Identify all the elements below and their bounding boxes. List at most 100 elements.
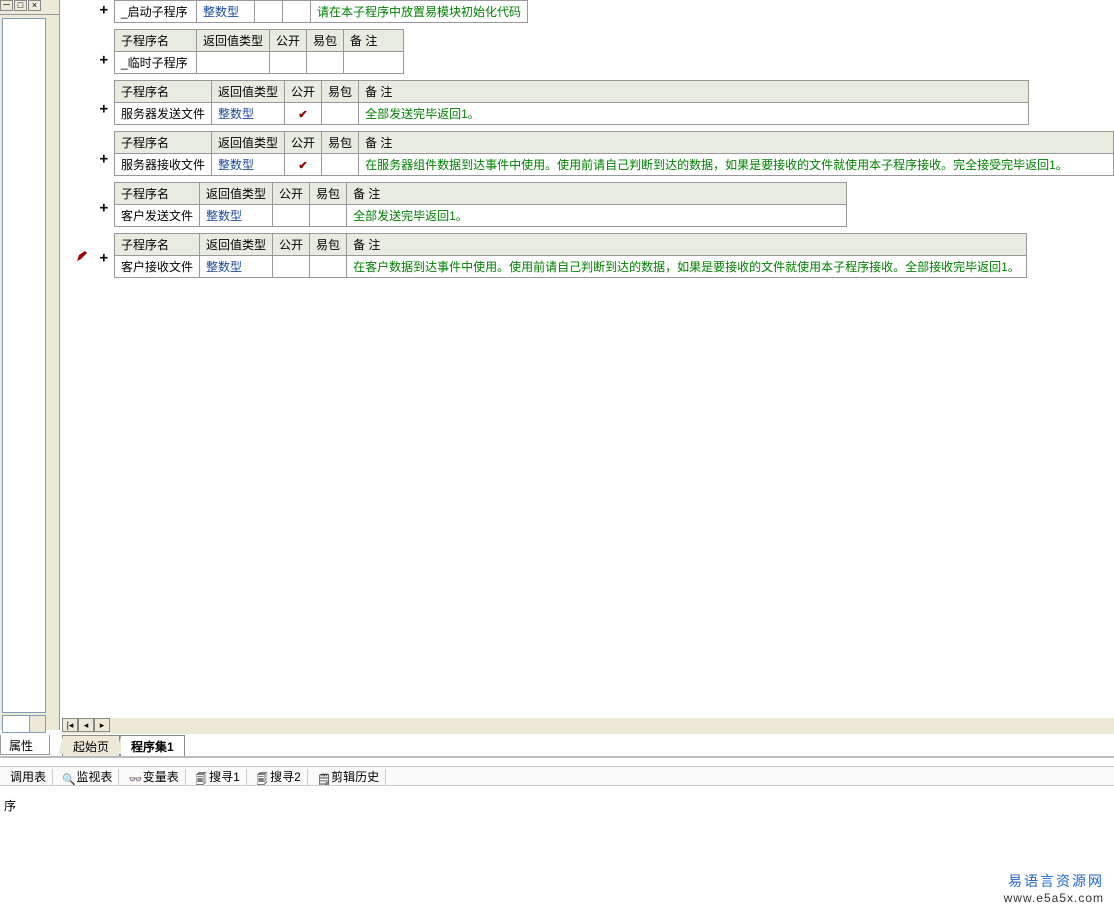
scroll-left-icon[interactable]: ◂ — [78, 718, 94, 732]
status-bar: 序 — [0, 796, 1114, 814]
public-cell[interactable] — [273, 256, 310, 278]
bottom-tool-tabs: 调用表 🔍监视表 👓变量表 🗐搜寻1 🗐搜寻2 🗒剪辑历史 — [0, 766, 1114, 786]
panel-close-button[interactable]: × — [28, 0, 41, 11]
left-panel-toolbar: －□× — [0, 0, 59, 15]
note-cell[interactable]: 全部发送完毕返回1。 — [347, 205, 847, 227]
watermark-text: 易语言资源网 — [1004, 871, 1104, 891]
subroutine-name-cell[interactable]: 服务器发送文件 — [115, 103, 212, 125]
panel-window-button[interactable]: □ — [14, 0, 27, 11]
subroutine-table: 子程序名返回值类型公开易包备 注服务器发送文件整数型✔全部发送完毕返回1。 — [114, 80, 1029, 125]
return-type-cell[interactable]: 整数型 — [212, 154, 285, 176]
header-name: 子程序名 — [115, 81, 212, 103]
easypack-cell[interactable] — [322, 103, 359, 125]
tab-watch-table[interactable]: 🔍监视表 — [56, 769, 119, 785]
tab-variable-table[interactable]: 👓变量表 — [123, 769, 186, 785]
easypack-cell[interactable] — [283, 1, 311, 23]
edit-pen-icon — [76, 250, 88, 262]
tab-call-table[interactable]: 调用表 — [4, 769, 53, 785]
note-cell[interactable]: 在客户数据到达事件中使用。使用前请自己判断到达的数据，如果是要接收的文件就使用本… — [347, 256, 1027, 278]
expand-plus-icon[interactable]: + — [100, 151, 108, 167]
note-cell[interactable] — [344, 52, 404, 74]
return-type-cell[interactable]: 整数型 — [212, 103, 285, 125]
subroutine-table: 子程序名返回值类型公开易包备 注客户发送文件整数型 全部发送完毕返回1。 — [114, 182, 847, 227]
public-cell[interactable] — [270, 52, 307, 74]
header-name: 子程序名 — [115, 183, 200, 205]
horizontal-scrollbar[interactable]: |◂◂▸ — [62, 718, 1114, 734]
header-note: 备 注 — [347, 183, 847, 205]
subroutine-table: _启动子程序整数型 请在本子程序中放置易模块初始化代码 — [114, 0, 528, 23]
tab-clip-history[interactable]: 🗒剪辑历史 — [311, 769, 386, 785]
subroutine-name-cell[interactable]: 服务器接收文件 — [115, 154, 212, 176]
return-type-cell[interactable] — [197, 52, 270, 74]
subroutine-name-cell[interactable]: _临时子程序 — [115, 52, 197, 74]
search-icon: 🗐 — [256, 772, 268, 784]
code-area: _启动子程序整数型请在本子程序中放置易模块初始化代码子程序名返回值类型公开易包备… — [110, 0, 1114, 718]
left-panel: －□× — [0, 0, 60, 730]
easypack-cell[interactable] — [322, 154, 359, 176]
magnifier-icon: 🔍 — [62, 772, 74, 784]
header-public: 公开 — [285, 81, 322, 103]
panel-dash-button[interactable]: － — [0, 0, 13, 11]
code-gutter: + + + + + + — [62, 0, 110, 718]
expand-plus-icon[interactable]: + — [100, 52, 108, 68]
header-easypack: 易包 — [322, 81, 359, 103]
tab-search-1[interactable]: 🗐搜寻1 — [189, 769, 247, 785]
tab-program-set-1[interactable]: 程序集1 — [120, 735, 185, 758]
return-type-cell[interactable]: 整数型 — [200, 256, 273, 278]
expand-plus-icon[interactable]: + — [100, 250, 108, 266]
editor-tabs: 起始页程序集1 — [62, 735, 462, 755]
subroutine-table: 子程序名返回值类型公开易包备 注服务器接收文件整数型✔在服务器组件数据到达事件中… — [114, 131, 1114, 176]
properties-tab[interactable]: 属性 — [0, 735, 50, 755]
subroutine-name-cell[interactable]: _启动子程序 — [115, 1, 197, 23]
header-note: 备 注 — [359, 81, 1029, 103]
search-icon: 🗐 — [195, 772, 207, 784]
expand-plus-icon[interactable]: + — [100, 200, 108, 216]
public-cell[interactable]: ✔ — [285, 154, 322, 176]
chevron-down-icon — [33, 721, 41, 726]
header-name: 子程序名 — [115, 132, 212, 154]
subroutine-name-cell[interactable]: 客户接收文件 — [115, 256, 200, 278]
tab-start-page[interactable]: 起始页 — [62, 735, 120, 758]
expand-plus-icon[interactable]: + — [100, 2, 108, 18]
glasses-icon: 👓 — [129, 772, 141, 784]
public-cell[interactable] — [273, 205, 310, 227]
public-cell[interactable]: ✔ — [285, 103, 322, 125]
subroutine-name-cell[interactable]: 客户发送文件 — [115, 205, 200, 227]
header-note: 备 注 — [344, 30, 404, 52]
header-return-type: 返回值类型 — [212, 132, 285, 154]
expand-plus-icon[interactable]: + — [100, 101, 108, 117]
header-name: 子程序名 — [115, 234, 200, 256]
header-return-type: 返回值类型 — [200, 183, 273, 205]
header-public: 公开 — [285, 132, 322, 154]
return-type-cell[interactable]: 整数型 — [200, 205, 273, 227]
divider — [0, 756, 1114, 759]
note-cell[interactable]: 请在本子程序中放置易模块初始化代码 — [311, 1, 528, 23]
header-note: 备 注 — [347, 234, 1027, 256]
public-cell[interactable] — [255, 1, 283, 23]
return-type-cell[interactable]: 整数型 — [197, 1, 255, 23]
header-public: 公开 — [273, 234, 310, 256]
easypack-cell[interactable] — [310, 256, 347, 278]
scroll-right-icon[interactable]: ▸ — [94, 718, 110, 732]
clipboard-icon: 🗒 — [317, 772, 329, 784]
scroll-home-icon[interactable]: |◂ — [62, 718, 78, 732]
left-panel-dropdown[interactable] — [2, 715, 46, 733]
header-note: 备 注 — [359, 132, 1114, 154]
watermark-url: www.e5a5x.com — [1004, 891, 1104, 905]
watermark: 易语言资源网 www.e5a5x.com — [1004, 871, 1104, 905]
header-return-type: 返回值类型 — [197, 30, 270, 52]
tab-search-2[interactable]: 🗐搜寻2 — [250, 769, 308, 785]
note-cell[interactable]: 在服务器组件数据到达事件中使用。使用前请自己判断到达的数据，如果是要接收的文件就… — [359, 154, 1114, 176]
check-icon: ✔ — [298, 160, 307, 172]
easypack-cell[interactable] — [310, 205, 347, 227]
header-public: 公开 — [273, 183, 310, 205]
subroutine-table: 子程序名返回值类型公开易包备 注_临时子程序 — [114, 29, 404, 74]
subroutine-table: 子程序名返回值类型公开易包备 注客户接收文件整数型在客户数据到达事件中使用。使用… — [114, 233, 1027, 278]
left-panel-body — [2, 18, 46, 713]
easypack-cell[interactable] — [307, 52, 344, 74]
check-icon: ✔ — [298, 109, 307, 121]
header-return-type: 返回值类型 — [200, 234, 273, 256]
header-public: 公开 — [270, 30, 307, 52]
header-easypack: 易包 — [310, 183, 347, 205]
note-cell[interactable]: 全部发送完毕返回1。 — [359, 103, 1029, 125]
